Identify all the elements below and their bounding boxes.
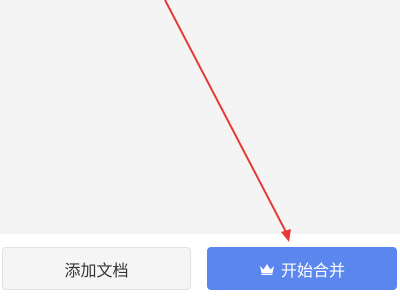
add-document-label: 添加文档 (64, 260, 129, 280)
add-document-button[interactable]: 添加文档 (2, 247, 191, 290)
crown-icon (259, 263, 274, 275)
document-list-area (0, 0, 400, 234)
start-merge-button[interactable]: 开始合并 (207, 247, 397, 290)
start-merge-label: 开始合并 (280, 260, 345, 280)
merge-documents-screen: 添加文档 开始合并 (0, 0, 400, 300)
